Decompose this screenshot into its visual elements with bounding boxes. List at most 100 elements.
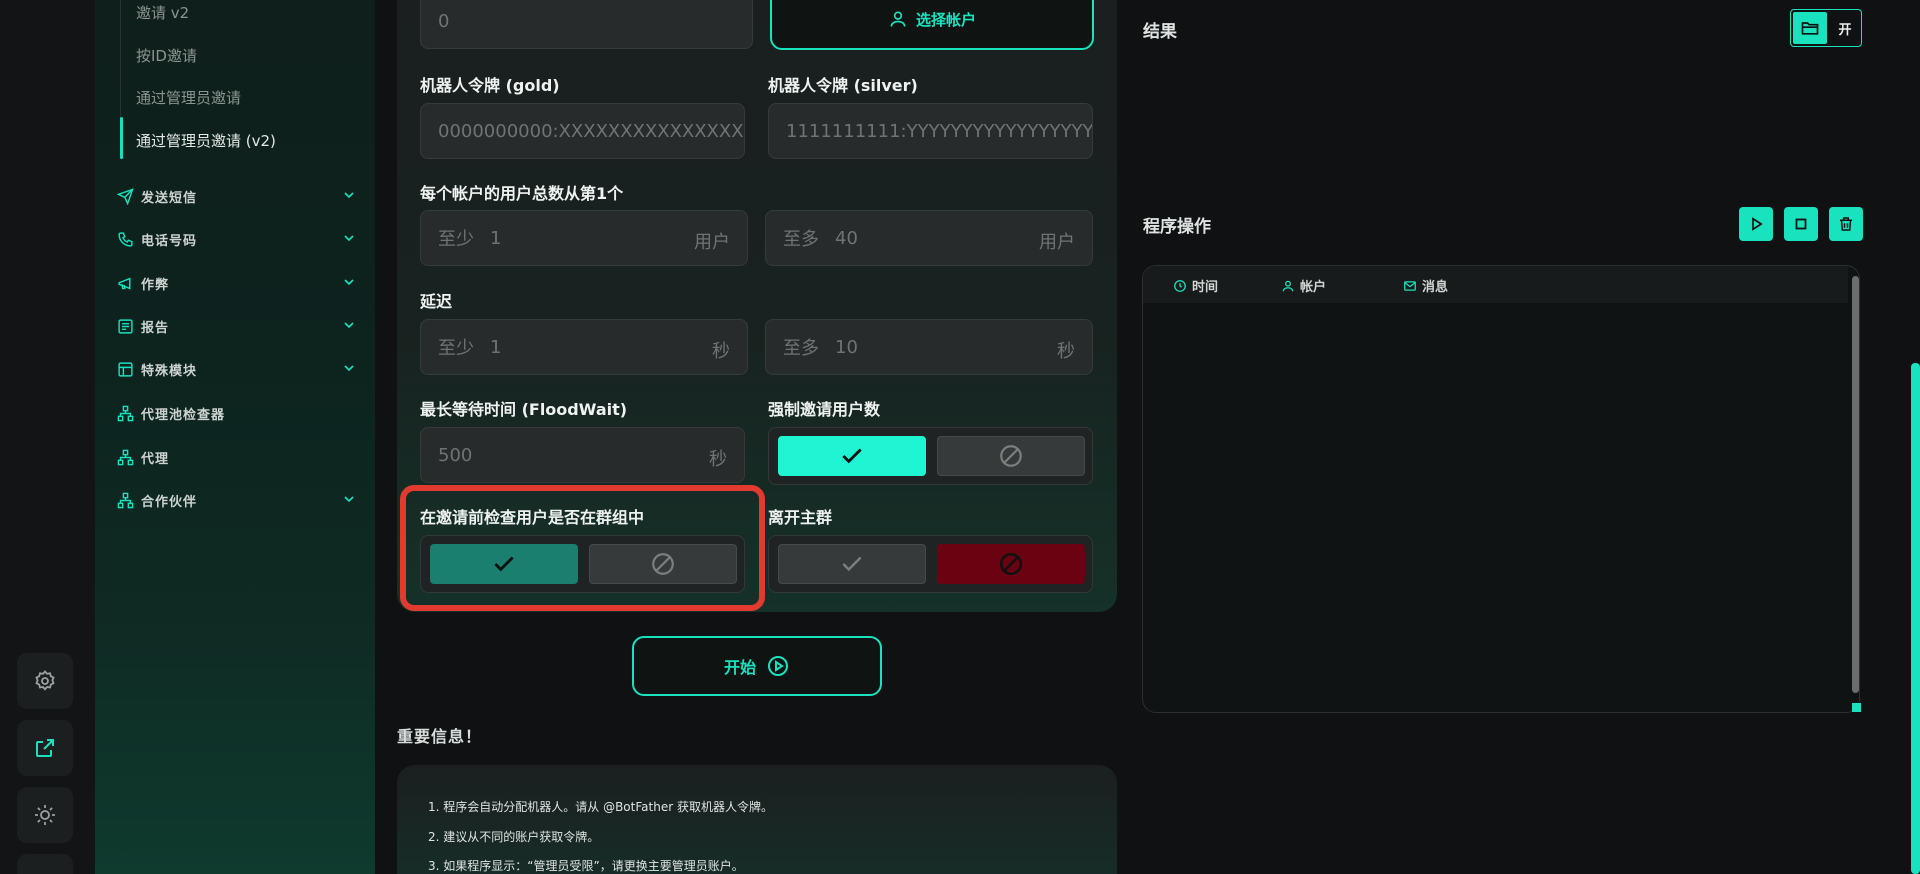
results-actions: 开	[1790, 9, 1862, 47]
play-icon	[1752, 217, 1763, 231]
column-time-label: 时间	[1192, 280, 1219, 295]
sidebar-item-label: 发送短信	[141, 190, 198, 206]
token-gold-input[interactable]: 0000000000:XXXXXXXXXXXXXXXXXXXXXXXXXXXXX…	[420, 103, 745, 159]
megaphone-icon	[118, 276, 131, 290]
delay-max-value: 10	[835, 336, 858, 358]
sidebar-subitem-invite-admin[interactable]: 通过管理员邀请	[136, 87, 241, 108]
leave-main-yes-button[interactable]	[778, 544, 926, 584]
check-icon	[842, 448, 862, 464]
column-message[interactable]: 消息	[1403, 276, 1448, 295]
trash-icon	[1840, 217, 1852, 231]
sidebar-item-report[interactable]: 报告	[117, 314, 357, 338]
sidebar-item-partners[interactable]: 合作伙伴	[117, 488, 357, 512]
log-header: 时间 帐户 消息	[1143, 266, 1848, 303]
top-number-input[interactable]: 0	[420, 0, 753, 49]
sidebar-subitem-invite-by-id[interactable]: 按ID邀请	[136, 45, 197, 66]
delay-max-prefix: 至多	[783, 338, 819, 359]
force-invite-no-button[interactable]	[937, 436, 1085, 476]
external-link-icon	[36, 739, 54, 757]
delay-min-input[interactable]: 至少 1 秒	[420, 319, 748, 375]
network-icon	[117, 492, 134, 508]
user-icon	[1282, 280, 1294, 291]
log-scrollbar[interactable]	[1852, 276, 1859, 693]
users-max-unit: 用户	[1039, 232, 1075, 253]
users-min-input[interactable]: 至少 1 用户	[420, 210, 748, 266]
sidebar-item-label: 合作伙伴	[141, 494, 198, 510]
floodwait-input[interactable]: 500 秒	[420, 427, 745, 483]
delay-max-input[interactable]: 至多 10 秒	[765, 319, 1093, 375]
sidebar-item-cheat[interactable]: 作弊	[117, 271, 357, 295]
phone-icon	[118, 231, 133, 247]
open-folder-button[interactable]	[1793, 12, 1827, 44]
highlight-box	[400, 485, 765, 611]
app-rail	[0, 0, 95, 874]
info-title: 重要信息！	[397, 727, 483, 746]
chevron-down-icon	[344, 235, 354, 242]
token-gold-placeholder: 0000000000:XXXXXXXXXXXXXXXXXXXXXXXXXXXXX…	[438, 120, 744, 142]
leave-main-toggle	[768, 535, 1093, 593]
sidebar-item-phone-numbers[interactable]: 电话号码	[117, 227, 357, 251]
delete-button[interactable]	[1829, 207, 1863, 241]
user-icon	[890, 11, 906, 27]
delay-min-value: 1	[490, 336, 502, 358]
sidebar: 邀请 v2 按ID邀请 通过管理员邀请 通过管理员邀请 (v2) 发送短信 电话…	[95, 0, 375, 874]
token-gold-label: 机器人令牌 (gold)	[420, 76, 560, 95]
top-number-value: 0	[438, 10, 450, 32]
operations-title: 程序操作	[1143, 217, 1211, 237]
check-icon	[842, 556, 862, 572]
operations-log-table: 时间 帐户 消息	[1142, 265, 1860, 713]
info-line-3: 3. 如果程序显示：“管理员受限”，请更换主要管理员账户。	[428, 859, 744, 873]
chevron-down-icon	[344, 192, 354, 199]
floodwait-unit: 秒	[709, 449, 727, 470]
chevron-down-icon	[344, 322, 354, 329]
sidebar-item-special-modules[interactable]: 特殊模块	[117, 357, 357, 381]
delay-label: 延迟	[420, 292, 453, 311]
sidebar-item-proxy-pool-checker[interactable]: 代理池检查器	[117, 401, 357, 425]
users-max-input[interactable]: 至多 40 用户	[765, 210, 1093, 266]
network-icon	[117, 405, 134, 421]
module-icon	[118, 361, 133, 377]
sidebar-subitem-invite-v2[interactable]: 邀请 v2	[136, 2, 189, 23]
info-box: 1. 程序会自动分配机器人。请从 @BotFather 获取机器人令牌。 2. …	[397, 765, 1117, 874]
results-title: 结果	[1143, 22, 1177, 42]
force-invite-yes-button[interactable]	[778, 436, 926, 476]
column-time[interactable]: 时间	[1173, 276, 1218, 295]
chevron-down-icon	[344, 496, 354, 503]
app-button[interactable]	[17, 854, 73, 874]
resize-handle[interactable]	[1852, 703, 1861, 712]
settings-button[interactable]	[17, 653, 73, 709]
sidebar-item-label: 报告	[141, 320, 170, 336]
sidebar-item-proxy[interactable]: 代理	[117, 445, 357, 469]
start-label: 开始	[723, 658, 756, 677]
open-button[interactable]: 开	[1829, 12, 1861, 44]
chevron-down-icon	[344, 279, 354, 286]
users-min-value: 1	[490, 227, 502, 249]
page-scrollbar[interactable]	[1911, 363, 1920, 874]
info-line-1: 1. 程序会自动分配机器人。请从 @BotFather 获取机器人令牌。	[428, 800, 773, 814]
users-max-prefix: 至多	[783, 229, 819, 250]
leave-main-no-button[interactable]	[937, 544, 1085, 584]
sidebar-item-label: 电话号码	[141, 233, 198, 249]
submenu-line	[120, 0, 121, 117]
users-min-prefix: 至少	[438, 229, 474, 250]
play-button[interactable]	[1739, 207, 1773, 241]
token-silver-input[interactable]: 1111111111:YYYYYYYYYYYYYYYYYYYYYYYYYYYYY…	[768, 103, 1093, 159]
floodwait-value: 500	[438, 444, 473, 466]
column-account[interactable]: 帐户	[1281, 276, 1326, 295]
select-account-label: 选择帐户	[915, 10, 976, 29]
sidebar-item-label: 特殊模块	[141, 363, 198, 379]
delay-min-unit: 秒	[712, 341, 730, 362]
theme-button[interactable]	[17, 787, 73, 843]
select-account-button[interactable]: 选择帐户	[770, 0, 1094, 50]
start-button[interactable]: 开始	[632, 636, 882, 696]
folder-icon	[1801, 22, 1819, 35]
token-silver-label: 机器人令牌 (silver)	[768, 76, 918, 95]
sidebar-subitem-invite-admin-v2[interactable]: 通过管理员邀请 (v2)	[136, 130, 276, 151]
external-link-button[interactable]	[17, 720, 73, 776]
report-icon	[118, 318, 133, 334]
stop-button[interactable]	[1784, 207, 1818, 241]
floodwait-label: 最长等待时间 (FloodWait)	[420, 400, 628, 419]
settings-icon	[35, 670, 55, 691]
sidebar-item-send-sms[interactable]: 发送短信	[117, 184, 357, 208]
active-indicator	[120, 117, 123, 159]
